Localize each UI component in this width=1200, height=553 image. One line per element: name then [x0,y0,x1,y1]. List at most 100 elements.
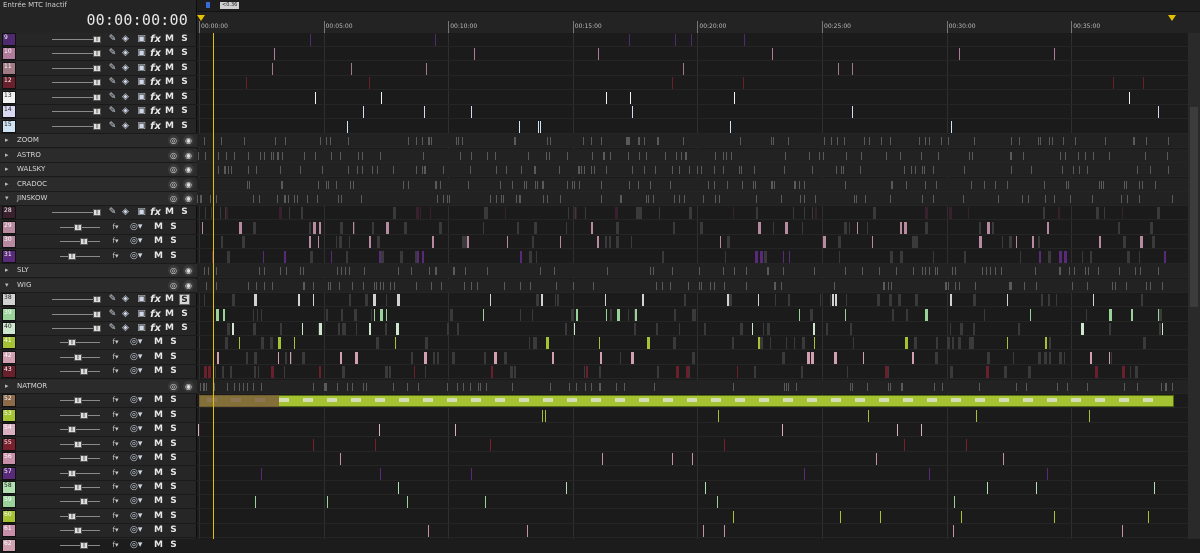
track-event[interactable] [1112,282,1113,290]
track-event[interactable] [1122,366,1125,378]
track-event[interactable] [1115,282,1116,290]
fx-icon[interactable]: fx [150,92,161,103]
track-event[interactable] [756,195,757,203]
track-event[interactable] [876,453,877,465]
track-event[interactable] [723,166,724,174]
track-event[interactable] [270,337,273,349]
track-row[interactable]: 62||f▾◎▾MS [0,539,197,553]
track-event[interactable] [1143,337,1145,349]
track-event[interactable] [704,323,706,335]
track-event[interactable] [676,152,677,160]
automation-icon[interactable]: ✎ [107,121,118,132]
track-event[interactable] [656,282,657,290]
track-event[interactable] [560,195,561,203]
track-event[interactable] [506,166,507,174]
track-event[interactable] [465,267,466,275]
track-event[interactable] [420,207,421,219]
automation-icon[interactable]: ✎ [107,77,118,88]
track-event[interactable] [741,166,742,174]
track-event[interactable] [340,222,343,234]
track-event[interactable] [905,337,908,349]
time-ruler[interactable]: <0.36 00:00:0000:05:0000:10:0000:15:0000… [197,0,1200,33]
track-event[interactable] [340,453,341,465]
solo-button[interactable]: S [168,525,179,536]
track-event[interactable] [550,383,551,391]
track-event[interactable] [869,137,870,145]
input-monitor-icon[interactable]: ◎▾ [130,352,141,363]
track-row[interactable]: 39||✎◈▣fxMS [0,308,197,322]
volume-fader-track[interactable] [52,111,94,112]
track-event[interactable] [946,282,947,290]
track-event[interactable] [724,282,725,290]
volume-fader-knob[interactable]: || [80,412,88,419]
track-row[interactable]: 60||f▾◎▾MS [0,510,197,524]
track-event[interactable] [234,383,235,391]
solo-button[interactable]: S [168,482,179,493]
track-event[interactable] [309,236,311,248]
track-event[interactable] [788,294,790,306]
track-event[interactable] [362,166,363,174]
track-event[interactable] [657,323,658,335]
track-event[interactable] [782,424,783,436]
track-event[interactable] [1072,282,1073,290]
track-event[interactable] [835,294,837,306]
group-activity-icon[interactable]: ◎ [168,164,179,175]
track-row[interactable]: 9||✎◈▣fxMS [0,33,197,47]
track-lane[interactable] [197,33,1188,47]
track-event[interactable] [339,236,342,248]
volume-fader-track[interactable] [52,328,94,329]
track-event[interactable] [733,511,734,523]
track-event[interactable] [695,309,696,321]
track-row[interactable]: 30||f▾◎▾MS [0,235,197,249]
visibility-icon[interactable]: ◈ [120,207,131,218]
solo-button[interactable]: S [179,48,190,59]
track-event[interactable] [348,137,349,145]
track-event[interactable] [629,137,630,145]
track-event[interactable] [717,496,718,508]
track-event[interactable] [221,137,222,145]
track-event[interactable] [987,352,990,364]
track-event[interactable] [341,267,342,275]
volume-fader-track[interactable] [52,97,94,98]
track-lane[interactable] [197,322,1188,336]
track-event[interactable] [958,337,960,349]
track-event[interactable] [788,383,789,391]
track-event[interactable] [248,152,249,160]
track-event[interactable] [285,352,287,364]
track-event[interactable] [1154,482,1155,494]
solo-button[interactable]: S [168,251,179,262]
track-event[interactable] [227,323,230,335]
track-event[interactable] [892,181,893,189]
track-event[interactable] [639,152,640,160]
track-event[interactable] [647,337,650,349]
track-lane[interactable] [197,149,1188,163]
track-event[interactable] [520,309,521,321]
monitor-icon[interactable]: ▣ [136,121,147,132]
monitor-icon[interactable]: ▣ [136,63,147,74]
track-event[interactable] [408,181,409,189]
track-event[interactable] [380,468,381,480]
track-event[interactable] [760,337,763,349]
track-event[interactable] [532,236,534,248]
track-event[interactable] [896,267,897,275]
track-event[interactable] [679,195,680,203]
track-event[interactable] [260,152,261,160]
track-event[interactable] [263,251,264,263]
track-event[interactable] [987,222,990,234]
track-event[interactable] [1049,337,1051,349]
track-event[interactable] [1044,352,1047,364]
track-event[interactable] [1030,309,1031,321]
track-event[interactable] [1085,152,1086,160]
track-event[interactable] [674,309,676,321]
track-event[interactable] [477,282,478,290]
track-event[interactable] [225,166,226,174]
track-event[interactable] [584,166,585,174]
track-event[interactable] [258,366,259,378]
track-event[interactable] [676,366,679,378]
track-event[interactable] [832,294,834,306]
track-event[interactable] [767,323,770,335]
track-event[interactable] [604,152,605,160]
track-event[interactable] [202,222,203,234]
mute-button[interactable]: M [153,511,164,522]
track-event[interactable] [218,152,219,160]
